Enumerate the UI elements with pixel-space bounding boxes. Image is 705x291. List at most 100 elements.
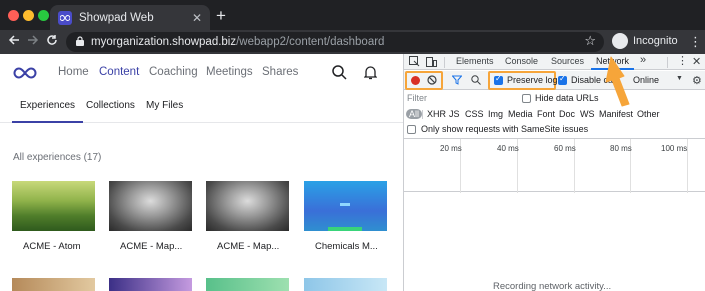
- type-manifest[interactable]: Manifest: [599, 109, 633, 119]
- preserve-log-checkbox[interactable]: Preserve log: [494, 74, 558, 85]
- timeline-tick: 40 ms: [497, 144, 519, 153]
- chevron-down-icon: ▼: [676, 75, 683, 82]
- filter-icon[interactable]: [451, 75, 463, 88]
- experience-card[interactable]: ACME - Map...: [109, 181, 192, 252]
- card-thumbnail-corridor: [109, 181, 192, 231]
- devtools-panel: Elements Console Sources Network » ⋮ ✕ P…: [403, 54, 705, 291]
- card-thumbnail-bar: [328, 227, 362, 231]
- toolbar-divider: [444, 57, 445, 68]
- browser-menu-icon[interactable]: ⋮: [689, 33, 702, 50]
- minimize-window-button[interactable]: [23, 10, 34, 21]
- card-label: ACME - Atom: [23, 241, 81, 252]
- type-ws[interactable]: WS: [580, 109, 595, 119]
- nav-coaching[interactable]: Coaching: [149, 66, 198, 78]
- timeline-tick: 20 ms: [440, 144, 462, 153]
- close-devtools-icon[interactable]: ✕: [692, 55, 701, 68]
- search-icon[interactable]: [471, 75, 481, 88]
- card-thumbnail-corridor: [206, 181, 289, 231]
- tab-network[interactable]: Network: [590, 56, 635, 70]
- nav-content[interactable]: Content: [99, 66, 139, 78]
- type-css[interactable]: CSS: [465, 109, 484, 119]
- preserve-log-label: Preserve log: [507, 75, 558, 85]
- disable-cache-check: [558, 74, 567, 85]
- tab-experiences[interactable]: Experiences: [11, 100, 84, 123]
- back-icon[interactable]: [8, 33, 20, 50]
- app-navbar: Home Content Coaching Meetings Shares: [0, 54, 403, 92]
- type-doc[interactable]: Doc: [559, 109, 575, 119]
- devtools-tabbar: Elements Console Sources Network » ⋮ ✕: [404, 54, 705, 70]
- timeline-tick: 80 ms: [610, 144, 632, 153]
- content-subtabs: Experiences Collections My Files: [0, 92, 403, 123]
- type-divider: [422, 110, 423, 119]
- notifications-bell-icon[interactable]: [363, 65, 378, 83]
- clear-icon[interactable]: [427, 75, 437, 88]
- incognito-indicator[interactable]: Incognito: [612, 33, 678, 49]
- tab-elements[interactable]: Elements: [456, 56, 494, 66]
- network-toolbar: Preserve log Disable cac Online ▼ ⚙: [404, 71, 705, 90]
- more-tabs-icon[interactable]: »: [640, 54, 646, 66]
- reload-icon[interactable]: [46, 33, 58, 50]
- samesite-checkbox[interactable]: Only show requests with SameSite issues: [407, 124, 588, 134]
- timeline-tick: 60 ms: [554, 144, 576, 153]
- tab-sources[interactable]: Sources: [551, 56, 584, 66]
- showpad-logo-icon[interactable]: [13, 67, 37, 82]
- new-tab-button[interactable]: +: [216, 7, 226, 24]
- experience-card-partial[interactable]: [304, 278, 387, 291]
- tab-my-files[interactable]: My Files: [146, 100, 183, 111]
- preserve-log-check: [494, 74, 503, 85]
- timeline-tick: 100 ms: [661, 144, 688, 153]
- disable-cache-checkbox[interactable]: Disable cac: [558, 74, 618, 85]
- hide-data-urls-label: Hide data URLs: [535, 93, 599, 103]
- gear-icon[interactable]: ⚙: [692, 74, 702, 87]
- card-label: ACME - Map...: [120, 241, 183, 252]
- type-media[interactable]: Media: [508, 109, 533, 119]
- experience-card-partial[interactable]: [206, 278, 289, 291]
- card-thumbnail-chemicals: [304, 181, 387, 231]
- experience-card[interactable]: ACME - Atom: [12, 181, 95, 252]
- url-path: /webapp2/content/dashboard: [236, 36, 385, 48]
- tab-console[interactable]: Console: [505, 56, 538, 66]
- experience-card[interactable]: Chemicals M...: [304, 181, 387, 252]
- forward-icon[interactable]: [27, 33, 39, 50]
- zoom-window-button[interactable]: [38, 10, 49, 21]
- bookmark-star-icon[interactable]: ☆: [584, 33, 596, 49]
- filter-row: Filter Hide data URLs: [404, 91, 705, 105]
- inspect-element-icon[interactable]: [409, 56, 420, 67]
- search-icon[interactable]: [332, 65, 347, 83]
- recording-status: Recording network activity...: [493, 281, 612, 291]
- browser-title-bar: Showpad Web ✕ +: [0, 0, 705, 30]
- browser-tab[interactable]: Showpad Web ✕: [50, 5, 210, 30]
- section-title: All experiences (17): [13, 152, 102, 163]
- close-window-button[interactable]: [8, 10, 19, 21]
- incognito-label: Incognito: [633, 35, 678, 47]
- card-thumbnail-grass: [12, 181, 95, 231]
- hide-data-urls-check: [522, 93, 531, 103]
- tab-collections[interactable]: Collections: [86, 100, 135, 111]
- nav-home[interactable]: Home: [58, 66, 89, 78]
- throttling-select[interactable]: Online: [633, 75, 659, 85]
- browser-toolbar: myorganization.showpad.biz /webapp2/cont…: [0, 30, 705, 54]
- experience-card-partial[interactable]: [109, 278, 192, 291]
- type-js[interactable]: JS: [449, 109, 460, 119]
- lock-icon: [76, 35, 84, 49]
- type-xhr[interactable]: XHR: [427, 109, 446, 119]
- nav-meetings[interactable]: Meetings: [206, 66, 253, 78]
- address-bar[interactable]: myorganization.showpad.biz /webapp2/cont…: [66, 32, 604, 52]
- type-other[interactable]: Other: [637, 109, 660, 119]
- tab-close-icon[interactable]: ✕: [192, 11, 202, 25]
- type-img[interactable]: Img: [488, 109, 503, 119]
- type-all[interactable]: All: [406, 109, 423, 119]
- card-thumbnail-mark: [340, 203, 350, 206]
- device-toolbar-icon[interactable]: [426, 56, 437, 67]
- experience-card[interactable]: ACME - Map...: [206, 181, 289, 252]
- type-font[interactable]: Font: [537, 109, 555, 119]
- nav-shares[interactable]: Shares: [262, 66, 298, 78]
- record-button[interactable]: [411, 76, 420, 85]
- hide-data-urls-checkbox[interactable]: Hide data URLs: [522, 93, 599, 103]
- showpad-app: Home Content Coaching Meetings Shares Ex…: [0, 54, 403, 291]
- experience-card-partial[interactable]: [12, 278, 95, 291]
- devtools-menu-icon[interactable]: ⋮: [677, 54, 688, 67]
- toolbar-divider: [667, 57, 668, 68]
- filter-input[interactable]: Filter: [407, 93, 427, 103]
- disable-cache-label: Disable cac: [571, 75, 618, 85]
